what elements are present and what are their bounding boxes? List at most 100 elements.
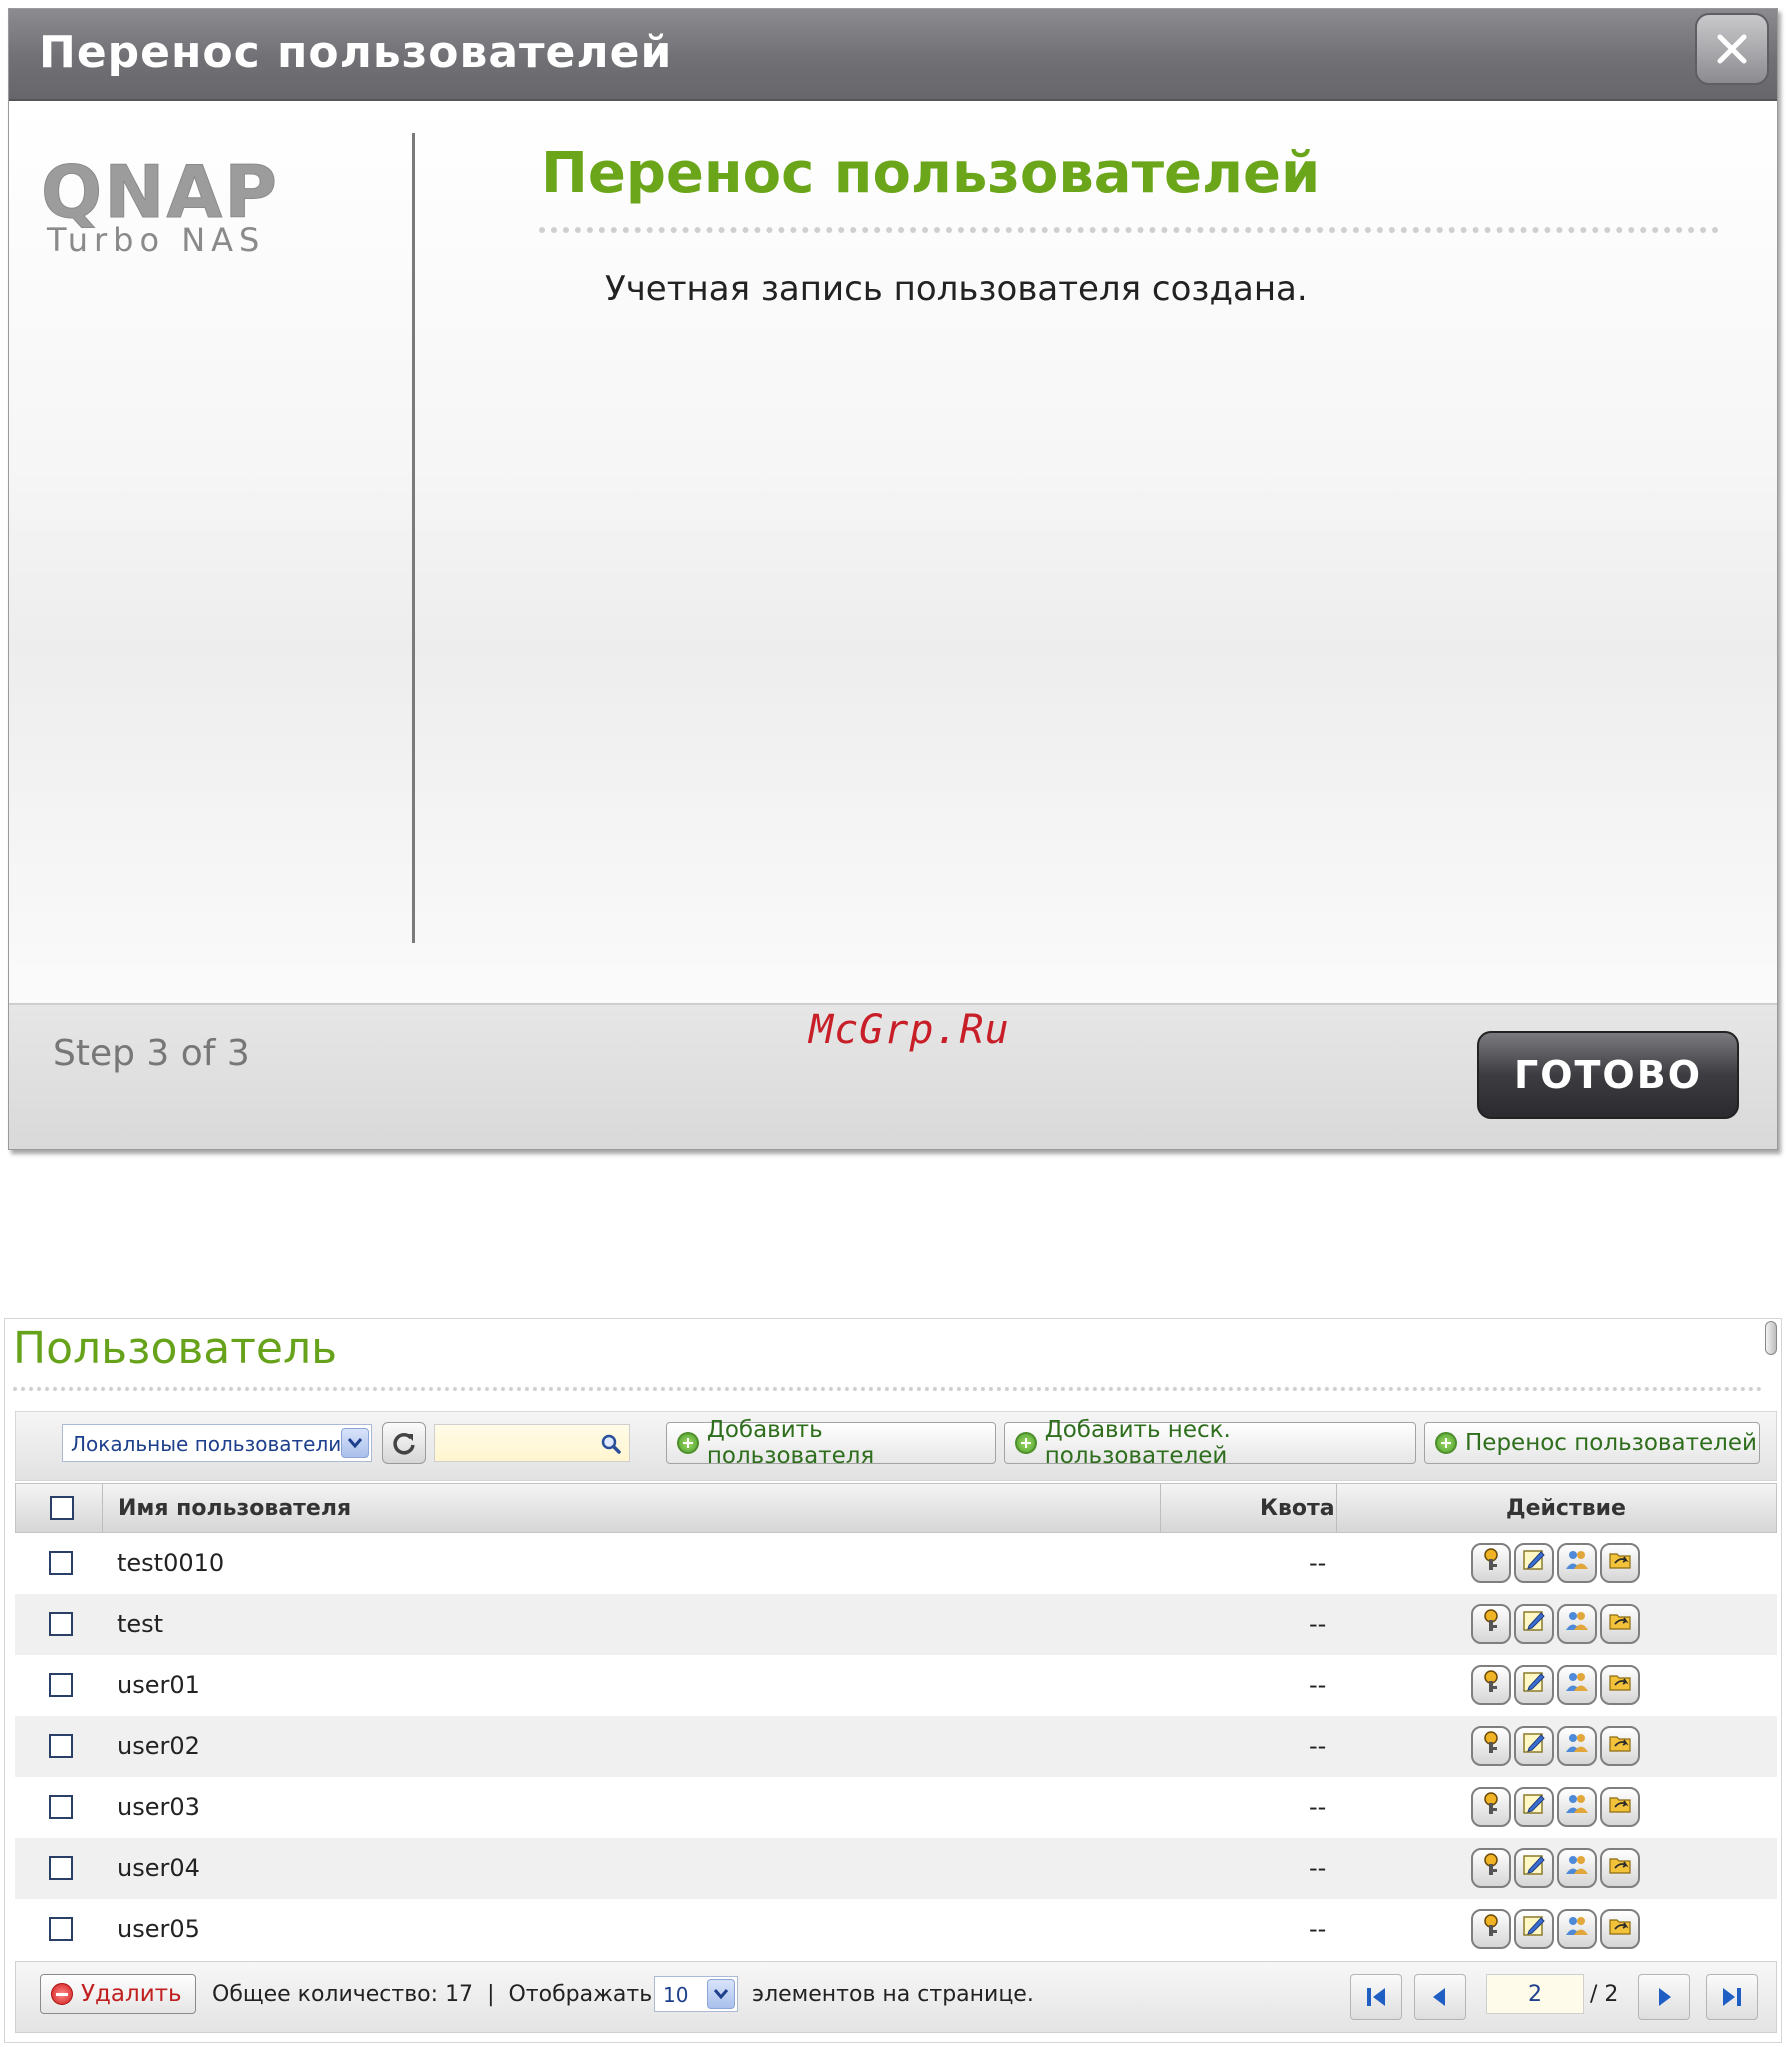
- group-button[interactable]: [1557, 1543, 1597, 1583]
- key-icon: [1478, 1547, 1504, 1579]
- user-type-select[interactable]: Локальные пользователи: [62, 1424, 372, 1462]
- row-checkbox[interactable]: [49, 1795, 73, 1819]
- group-button[interactable]: [1557, 1909, 1597, 1949]
- users-table-body: test0010 -- test -- user01 -- user02 -- …: [15, 1533, 1777, 1960]
- next-page-button[interactable]: [1638, 1974, 1690, 2020]
- group-button[interactable]: [1557, 1848, 1597, 1888]
- search-icon[interactable]: [599, 1432, 623, 1456]
- edit-button[interactable]: [1514, 1604, 1554, 1644]
- row-actions: [1471, 1543, 1640, 1583]
- scrollbar-thumb[interactable]: [1765, 1321, 1777, 1355]
- folder-share-button[interactable]: [1600, 1848, 1640, 1888]
- group-button[interactable]: [1557, 1604, 1597, 1644]
- row-checkbox[interactable]: [49, 1917, 73, 1941]
- folder-share-button[interactable]: [1600, 1787, 1640, 1827]
- edit-button[interactable]: [1514, 1787, 1554, 1827]
- add-icon: [1015, 1432, 1037, 1454]
- row-checkbox[interactable]: [49, 1612, 73, 1636]
- table-row[interactable]: test0010 --: [15, 1533, 1777, 1594]
- first-page-button[interactable]: [1350, 1974, 1402, 2020]
- panel-title: Пользователь: [13, 1323, 338, 1374]
- last-page-button[interactable]: [1706, 1974, 1758, 2020]
- page-number-input[interactable]: 2: [1486, 1974, 1584, 2014]
- key-button[interactable]: [1471, 1543, 1511, 1583]
- watermark: McGrp.Ru: [809, 1007, 1010, 1053]
- edit-button[interactable]: [1514, 1909, 1554, 1949]
- row-actions: [1471, 1665, 1640, 1705]
- key-icon: [1478, 1608, 1504, 1640]
- folder-share-button[interactable]: [1600, 1665, 1640, 1705]
- key-button[interactable]: [1471, 1909, 1511, 1949]
- chevron-down-icon[interactable]: [341, 1428, 369, 1458]
- row-actions: [1471, 1604, 1640, 1644]
- prev-page-button[interactable]: [1414, 1974, 1466, 2020]
- column-header-action: Действие: [1506, 1496, 1626, 1521]
- table-footer: Удалить Общее количество: 17 | Отображат…: [15, 1961, 1777, 2033]
- done-button[interactable]: ГОТОВО: [1477, 1031, 1739, 1119]
- key-button[interactable]: [1471, 1848, 1511, 1888]
- refresh-button[interactable]: [382, 1422, 426, 1464]
- key-button[interactable]: [1471, 1665, 1511, 1705]
- column-separator: [1160, 1484, 1161, 1532]
- group-button[interactable]: [1557, 1787, 1597, 1827]
- search-input[interactable]: [434, 1424, 630, 1462]
- username: test: [117, 1610, 164, 1638]
- add-user-button[interactable]: Добавить пользователя: [666, 1417, 996, 1469]
- username: user05: [117, 1915, 200, 1943]
- step-indicator: Step 3 of 3: [53, 1033, 250, 1074]
- column-header-name[interactable]: Имя пользователя: [118, 1496, 351, 1521]
- quota: --: [1309, 1854, 1327, 1882]
- chevron-down-icon[interactable]: [707, 1979, 735, 2009]
- group-icon: [1564, 1730, 1590, 1762]
- group-icon: [1564, 1608, 1590, 1640]
- table-row[interactable]: user05 --: [15, 1899, 1777, 1960]
- table-row[interactable]: user01 --: [15, 1655, 1777, 1716]
- quota: --: [1309, 1915, 1327, 1943]
- row-checkbox[interactable]: [49, 1734, 73, 1758]
- group-icon: [1564, 1913, 1590, 1945]
- table-row[interactable]: user03 --: [15, 1777, 1777, 1838]
- key-button[interactable]: [1471, 1726, 1511, 1766]
- table-row[interactable]: user04 --: [15, 1838, 1777, 1899]
- dialog-body: QNAP Turbo NAS Перенос пользователей Уче…: [9, 103, 1777, 1007]
- group-icon: [1564, 1547, 1590, 1579]
- prev-page-icon: [1433, 1988, 1445, 2006]
- per-page-select[interactable]: 10: [654, 1976, 738, 2012]
- key-button[interactable]: [1471, 1787, 1511, 1827]
- folder-share-button[interactable]: [1600, 1543, 1640, 1583]
- key-button[interactable]: [1471, 1604, 1511, 1644]
- select-all-checkbox[interactable]: [50, 1496, 74, 1520]
- delete-button[interactable]: Удалить: [40, 1974, 196, 2014]
- add-multiple-label: Добавить неск. пользователей: [1044, 1417, 1231, 1469]
- table-row[interactable]: test --: [15, 1594, 1777, 1655]
- edit-button[interactable]: [1514, 1665, 1554, 1705]
- row-checkbox[interactable]: [49, 1673, 73, 1697]
- group-button[interactable]: [1557, 1726, 1597, 1766]
- row-checkbox[interactable]: [49, 1551, 73, 1575]
- folder-share-button[interactable]: [1600, 1726, 1640, 1766]
- migrate-users-button[interactable]: Перенос пользователей: [1424, 1422, 1760, 1464]
- edit-button[interactable]: [1514, 1726, 1554, 1766]
- folder-share-button[interactable]: [1600, 1604, 1640, 1644]
- group-button[interactable]: [1557, 1665, 1597, 1705]
- edit-button[interactable]: [1514, 1543, 1554, 1583]
- add-multiple-users-button[interactable]: Добавить неск. пользователей: [1004, 1417, 1416, 1469]
- edit-button[interactable]: [1514, 1848, 1554, 1888]
- column-separator: [1336, 1484, 1337, 1532]
- per-page-suffix: элементов на странице.: [752, 1982, 1034, 2007]
- column-header-quota[interactable]: Квота: [1260, 1496, 1335, 1521]
- folder-share-icon: [1607, 1669, 1633, 1701]
- row-actions: [1471, 1726, 1640, 1766]
- dialog-title: Перенос пользователей: [39, 27, 673, 78]
- table-row[interactable]: user02 --: [15, 1716, 1777, 1777]
- folder-share-button[interactable]: [1600, 1909, 1640, 1949]
- logo-subtitle: Turbo NAS: [47, 221, 266, 259]
- username: user01: [117, 1671, 200, 1699]
- edit-icon: [1521, 1852, 1547, 1884]
- show-label: Отображать: [508, 1982, 653, 2007]
- username: user02: [117, 1732, 200, 1760]
- column-separator: [102, 1484, 103, 1532]
- users-panel: Пользователь Локальные пользователи Доба…: [4, 1318, 1782, 2043]
- row-checkbox[interactable]: [49, 1856, 73, 1880]
- close-button[interactable]: [1695, 13, 1769, 85]
